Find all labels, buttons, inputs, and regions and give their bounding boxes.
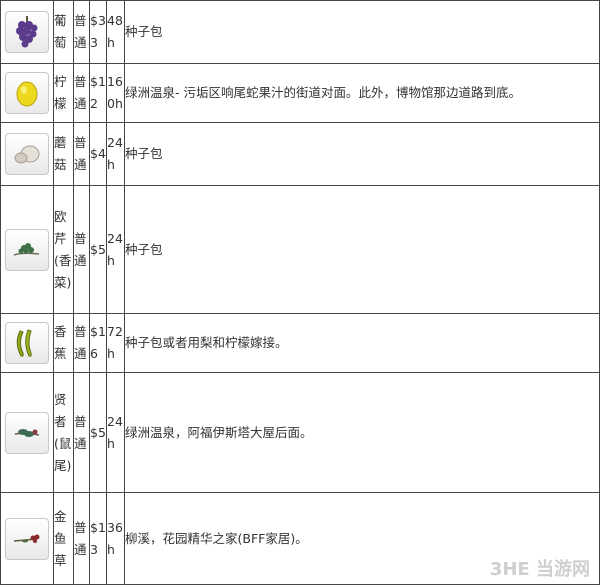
icon-cell <box>0 122 54 186</box>
icon-cell <box>0 313 54 373</box>
item-type: 普通 <box>73 492 90 585</box>
item-type: 普通 <box>73 122 90 186</box>
icon-cell <box>0 185 54 314</box>
item-source: 种子包 <box>124 0 600 64</box>
item-name: 金鱼草 <box>53 492 74 585</box>
item-price: $33 <box>89 0 107 64</box>
item-price: $16 <box>89 313 107 373</box>
snapdragon-icon <box>5 517 49 560</box>
item-source: 种子包或者用梨和柠檬嫁接。 <box>124 313 600 373</box>
table-row: 葡萄 普通 $33 48h 种子包 <box>0 0 600 64</box>
parsley-icon <box>5 228 49 271</box>
item-type: 普通 <box>73 63 90 123</box>
item-type: 普通 <box>73 185 90 314</box>
table-row: 贤者(鼠尾) 普通 $5 24h 绿洲温泉，阿福伊斯塔大屋后面。 <box>0 372 600 493</box>
item-price: $4 <box>89 122 107 186</box>
banana-icon <box>5 322 49 364</box>
item-source: 绿洲温泉，阿福伊斯塔大屋后面。 <box>124 372 600 493</box>
item-name: 蘑菇 <box>53 122 74 186</box>
grape-icon <box>5 11 49 53</box>
table-row: 欧芹(香菜) 普通 $5 24h 种子包 <box>0 185 600 314</box>
icon-cell <box>0 492 54 585</box>
lemon-icon <box>5 72 49 114</box>
item-price: $5 <box>89 372 107 493</box>
icon-cell <box>0 372 54 493</box>
item-source: 种子包 <box>124 122 600 186</box>
icon-cell <box>0 0 54 64</box>
item-type: 普通 <box>73 0 90 64</box>
item-time: 36h <box>106 492 125 585</box>
item-type: 普通 <box>73 372 90 493</box>
item-name: 香蕉 <box>53 313 74 373</box>
table-row: 香蕉 普通 $16 72h 种子包或者用梨和柠檬嫁接。 <box>0 313 600 373</box>
item-time: 24h <box>106 372 125 493</box>
sage-icon <box>5 411 49 454</box>
item-time: 48h <box>106 0 125 64</box>
item-name: 贤者(鼠尾) <box>53 372 74 493</box>
item-price: $12 <box>89 63 107 123</box>
item-table: 葡萄 普通 $33 48h 种子包 柠檬 普通 $12 160h 绿洲温泉- 污… <box>0 0 600 585</box>
table-row: 蘑菇 普通 $4 24h 种子包 <box>0 122 600 186</box>
item-time: 24h <box>106 122 125 186</box>
item-time: 24h <box>106 185 125 314</box>
item-name: 欧芹(香菜) <box>53 185 74 314</box>
table-row: 柠檬 普通 $12 160h 绿洲温泉- 污垢区响尾蛇果汁的街道对面。此外，博物… <box>0 63 600 123</box>
icon-cell <box>0 63 54 123</box>
item-source: 种子包 <box>124 185 600 314</box>
item-type: 普通 <box>73 313 90 373</box>
item-time: 160h <box>106 63 125 123</box>
item-name: 柠檬 <box>53 63 74 123</box>
item-price: $5 <box>89 185 107 314</box>
item-name: 葡萄 <box>53 0 74 64</box>
watermark-logo: 3HE 当游网 <box>489 559 590 580</box>
mushroom-icon <box>5 133 49 175</box>
item-time: 72h <box>106 313 125 373</box>
item-price: $13 <box>89 492 107 585</box>
item-source: 绿洲温泉- 污垢区响尾蛇果汁的街道对面。此外，博物馆那边道路到底。 <box>124 63 600 123</box>
